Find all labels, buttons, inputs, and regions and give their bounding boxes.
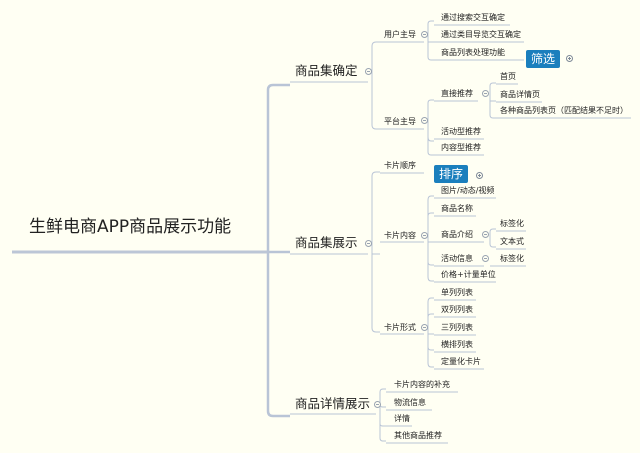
node-triple-column[interactable]: 三列列表: [441, 324, 473, 332]
collapse-toggle-icon[interactable]: [365, 240, 372, 247]
node-product-detail-page[interactable]: 商品详情页: [500, 91, 540, 99]
collapse-toggle-icon[interactable]: [482, 231, 489, 238]
node-list-pages[interactable]: 各种商品列表页（匹配结果不足时）: [500, 107, 628, 115]
node-horizontal-list[interactable]: 横排列表: [441, 341, 473, 349]
node-card-content[interactable]: 卡片内容: [384, 232, 416, 240]
root-topic[interactable]: 生鲜电商APP商品展示功能: [29, 219, 231, 236]
collapse-toggle-icon[interactable]: [365, 68, 372, 75]
collapse-toggle-icon[interactable]: [482, 90, 489, 97]
collapse-toggle-icon[interactable]: [374, 401, 381, 408]
collapse-toggle-icon[interactable]: [421, 324, 428, 331]
node-details[interactable]: 详情: [394, 415, 410, 423]
node-user-led[interactable]: 用户主导: [384, 31, 416, 39]
node-quantified-card[interactable]: 定量化卡片: [441, 358, 481, 366]
node-single-column[interactable]: 单列列表: [441, 289, 473, 297]
collapse-toggle-icon[interactable]: [482, 255, 489, 262]
node-product-name[interactable]: 商品名称: [441, 205, 473, 213]
expand-toggle-icon[interactable]: [566, 55, 573, 62]
tag-filter[interactable]: 筛选: [526, 50, 561, 68]
node-list-processing[interactable]: 商品列表处理功能: [441, 49, 505, 57]
collapse-toggle-icon[interactable]: [421, 31, 428, 38]
node-logistics-info[interactable]: 物流信息: [394, 399, 426, 407]
node-activity-recommend[interactable]: 活动型推荐: [441, 128, 481, 136]
node-platform-led[interactable]: 平台主导: [384, 118, 416, 126]
branch-product-set-display[interactable]: 商品集展示: [295, 236, 358, 250]
node-card-order[interactable]: 卡片顺序: [384, 162, 416, 170]
node-activity-info[interactable]: 活动信息: [441, 255, 473, 263]
node-media[interactable]: 图片/动态/视频: [441, 187, 494, 195]
node-direct-recommend[interactable]: 直接推荐: [441, 90, 473, 98]
expand-toggle-icon[interactable]: [476, 172, 483, 179]
node-card-form[interactable]: 卡片形式: [384, 324, 416, 332]
node-activity-tags[interactable]: 标签化: [500, 255, 524, 263]
collapse-toggle-icon[interactable]: [421, 232, 428, 239]
node-search-interaction[interactable]: 通过搜索交互确定: [441, 14, 505, 22]
node-category-interaction[interactable]: 通过类目导览交互确定: [441, 31, 521, 39]
branch-product-detail-display[interactable]: 商品详情展示: [295, 397, 370, 411]
node-content-recommend[interactable]: 内容型推荐: [441, 144, 481, 152]
mind-map: 生鲜电商APP商品展示功能 商品集确定 商品集展示 商品详情展示 用户主导 通过…: [0, 0, 640, 453]
node-double-column[interactable]: 双列列表: [441, 306, 473, 314]
node-product-intro[interactable]: 商品介绍: [441, 231, 473, 239]
node-intro-text[interactable]: 文本式: [500, 238, 524, 246]
node-price-unit[interactable]: 价格+计量单位: [441, 271, 496, 279]
node-homepage[interactable]: 首页: [500, 73, 516, 81]
branch-product-set-determination[interactable]: 商品集确定: [295, 64, 358, 78]
node-intro-tags[interactable]: 标签化: [500, 220, 524, 228]
node-other-recommend[interactable]: 其他商品推荐: [394, 432, 442, 440]
collapse-toggle-icon[interactable]: [421, 117, 428, 124]
node-card-supplement[interactable]: 卡片内容的补充: [394, 381, 450, 389]
tag-sort[interactable]: 排序: [434, 165, 469, 183]
